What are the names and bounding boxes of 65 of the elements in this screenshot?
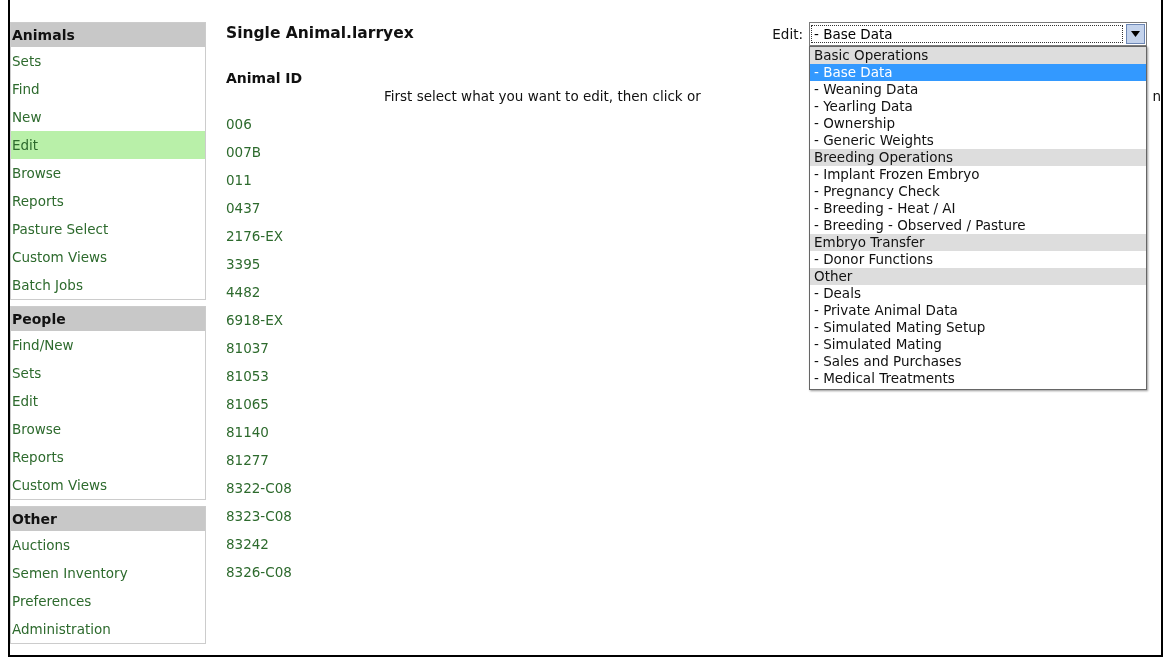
nav-link[interactable]: Find — [11, 75, 205, 103]
nav-link[interactable]: Edit — [11, 387, 205, 415]
nav-link[interactable]: Reports — [11, 443, 205, 471]
dropdown-option[interactable]: - Private Animal Data — [810, 302, 1146, 319]
animal-id-link[interactable]: 007B — [226, 138, 384, 166]
animal-id-link[interactable]: 81277 — [226, 446, 384, 474]
dropdown-option[interactable]: - Implant Frozen Embryo — [810, 166, 1146, 183]
nav-link[interactable]: Administration — [11, 615, 205, 643]
dropdown-option[interactable]: - Simulated Mating — [810, 336, 1146, 353]
animal-id-link[interactable]: 8322-C08 — [226, 474, 384, 502]
nav-link[interactable]: New — [11, 103, 205, 131]
animal-id-link[interactable]: 81065 — [226, 390, 384, 418]
animal-id-link[interactable]: 011 — [226, 166, 384, 194]
nav-link[interactable]: Custom Views — [11, 243, 205, 271]
dropdown-icon[interactable] — [1126, 24, 1145, 44]
nav-link[interactable]: Custom Views — [11, 471, 205, 499]
dropdown-option[interactable]: - Breeding - Observed / Pasture — [810, 217, 1146, 234]
nav-link[interactable]: Reports — [11, 187, 205, 215]
nav-link[interactable]: Find/New — [11, 331, 205, 359]
dropdown-option[interactable]: - Breeding - Heat / AI — [810, 200, 1146, 217]
animal-id-link[interactable]: 8326-C08 — [226, 558, 384, 586]
animal-id-link[interactable]: 6918-EX — [226, 306, 384, 334]
animal-id-link[interactable]: 81037 — [226, 334, 384, 362]
nav-link[interactable]: Browse — [11, 415, 205, 443]
dropdown-option[interactable]: - Simulated Mating Setup — [810, 319, 1146, 336]
edit-select[interactable]: - Base Data — [809, 22, 1147, 46]
nav-link[interactable]: Auctions — [11, 531, 205, 559]
page-title: Single Animal.larryex — [226, 23, 414, 42]
nav-link[interactable]: Sets — [11, 359, 205, 387]
edit-label: Edit: — [772, 26, 803, 42]
dropdown-option[interactable]: - Pregnancy Check — [810, 183, 1146, 200]
animal-id-link[interactable]: 006 — [226, 110, 384, 138]
animal-id-link[interactable]: 83242 — [226, 530, 384, 558]
nav-link[interactable]: Pasture Select — [11, 215, 205, 243]
dropdown-option[interactable]: - Deals — [810, 285, 1146, 302]
dropdown-option[interactable]: - Medical Treatments — [810, 370, 1146, 387]
animal-id-link[interactable]: 4482 — [226, 278, 384, 306]
option-group-heading: Breeding Operations — [810, 149, 1146, 166]
animal-id-link[interactable]: 2176-EX — [226, 222, 384, 250]
dropdown-option[interactable]: - Ownership — [810, 115, 1146, 132]
dropdown-option[interactable]: - Yearling Data — [810, 98, 1146, 115]
option-group-heading: Embryo Transfer — [810, 234, 1146, 251]
option-group-heading: Other — [810, 268, 1146, 285]
animal-id-link[interactable]: 8323-C08 — [226, 502, 384, 530]
animal-id-link[interactable]: 81053 — [226, 362, 384, 390]
nav-link[interactable]: Semen Inventory — [11, 559, 205, 587]
animal-id-link[interactable]: 0437 — [226, 194, 384, 222]
dropdown-option[interactable]: - Donor Functions — [810, 251, 1146, 268]
instruction-text: First select what you want to edit, then click or — [384, 88, 701, 106]
option-group-heading: Basic Operations — [810, 47, 1146, 64]
nav-link[interactable]: Preferences — [11, 587, 205, 615]
nav-link[interactable]: Edit — [11, 131, 205, 159]
dropdown-option[interactable]: - Weaning Data — [810, 81, 1146, 98]
dropdown-option[interactable]: - Generic Weights — [810, 132, 1146, 149]
dropdown-option[interactable]: - Sales and Purchases — [810, 353, 1146, 370]
instruction-text: n — [1152, 88, 1161, 106]
section-heading: Other — [11, 507, 205, 531]
section-heading: People — [11, 307, 205, 331]
animal-id-link[interactable]: 81140 — [226, 418, 384, 446]
nav-link[interactable]: Sets — [11, 47, 205, 75]
section-heading: Animals — [11, 23, 205, 47]
nav-link[interactable]: Browse — [11, 159, 205, 187]
nav-link[interactable]: Batch Jobs — [11, 271, 205, 299]
animal-id-link[interactable]: 3395 — [226, 250, 384, 278]
column-heading: Animal ID — [226, 70, 304, 88]
